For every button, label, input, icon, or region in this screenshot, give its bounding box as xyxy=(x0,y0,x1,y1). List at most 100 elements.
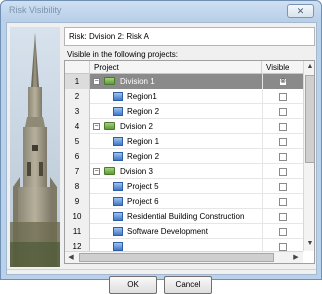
table-row[interactable]: 5 Region 1 xyxy=(65,134,303,149)
project-cell[interactable]: Region 2 xyxy=(90,149,262,164)
horizontal-scroll-thumb[interactable] xyxy=(79,253,274,262)
visible-checkbox[interactable] xyxy=(279,198,287,206)
project-name: Project 6 xyxy=(127,197,159,206)
table-row[interactable]: 1− Division 1 ⊗ xyxy=(65,74,303,89)
visible-checkbox[interactable] xyxy=(279,93,287,101)
scroll-left-icon[interactable]: ◀ xyxy=(65,252,77,263)
row-number[interactable]: 7 xyxy=(65,164,90,179)
row-number[interactable]: 8 xyxy=(65,179,90,194)
project-icon xyxy=(113,182,123,191)
collapse-toggle-icon[interactable]: − xyxy=(93,78,100,85)
project-cell[interactable]: Residential Building Construction xyxy=(90,209,262,224)
folder-icon xyxy=(104,167,115,175)
project-cell[interactable]: Region 2 xyxy=(90,104,262,119)
visible-checkbox[interactable] xyxy=(279,123,287,131)
project-icon xyxy=(113,92,123,101)
ok-button[interactable]: OK xyxy=(109,276,157,294)
visible-cell[interactable] xyxy=(262,134,303,149)
project-cell[interactable]: − Dvision 2 xyxy=(90,119,262,134)
grid-header: Project Visible xyxy=(65,61,303,74)
table-row[interactable]: 11 Software Development xyxy=(65,224,303,239)
table-row[interactable]: 6 Region 2 xyxy=(65,149,303,164)
rownum-header xyxy=(65,61,90,74)
project-cell[interactable]: Region1 xyxy=(90,89,262,104)
collapse-toggle-icon[interactable]: − xyxy=(93,123,100,130)
cathedral-image xyxy=(10,27,60,267)
row-number[interactable]: 6 xyxy=(65,149,90,164)
project-icon xyxy=(113,212,123,221)
risk-label: Risk: Dvision 2: Risk A xyxy=(69,32,150,41)
collapse-toggle-icon[interactable]: − xyxy=(93,168,100,175)
visible-cell[interactable] xyxy=(262,164,303,179)
row-number[interactable]: 3 xyxy=(65,104,90,119)
row-number[interactable]: 11 xyxy=(65,224,90,239)
visible-cell[interactable] xyxy=(262,119,303,134)
project-name: Region 2 xyxy=(127,107,160,116)
visible-cell[interactable] xyxy=(262,104,303,119)
table-row[interactable]: 4− Dvision 2 xyxy=(65,119,303,134)
dialog-body: Risk: Dvision 2: Risk A Visible in the f… xyxy=(6,22,317,294)
visible-checkbox[interactable] xyxy=(279,168,287,176)
visible-checkbox[interactable] xyxy=(279,243,287,251)
visible-checkbox[interactable] xyxy=(279,183,287,191)
table-row[interactable]: 3 Region 2 xyxy=(65,104,303,119)
project-name: Region1 xyxy=(127,92,157,101)
horizontal-scrollbar[interactable]: ◀ ▶ xyxy=(65,251,303,263)
project-icon xyxy=(113,107,123,116)
visible-cell[interactable] xyxy=(262,89,303,104)
project-cell[interactable]: Software Development xyxy=(90,224,262,239)
title-bar[interactable]: Risk Visibility ✕ xyxy=(1,1,321,21)
visible-cell[interactable]: ⊗ xyxy=(262,74,303,89)
visible-cell[interactable] xyxy=(262,209,303,224)
visible-checkbox[interactable] xyxy=(279,153,287,161)
project-column-header[interactable]: Project xyxy=(90,61,262,74)
table-row[interactable]: 8 Project 5 xyxy=(65,179,303,194)
scroll-down-icon[interactable]: ▼ xyxy=(304,238,314,250)
project-cell[interactable]: Region 1 xyxy=(90,134,262,149)
close-button[interactable]: ✕ xyxy=(287,4,314,18)
table-row[interactable]: 2 Region1 xyxy=(65,89,303,104)
row-number[interactable]: 1 xyxy=(65,74,90,89)
risk-label-box: Risk: Dvision 2: Risk A xyxy=(64,27,315,46)
visible-checkbox[interactable] xyxy=(279,213,287,221)
row-number[interactable]: 4 xyxy=(65,119,90,134)
footer-divider xyxy=(7,269,316,270)
project-name: Dvision 3 xyxy=(120,167,153,176)
folder-icon xyxy=(104,122,115,130)
row-number[interactable]: 10 xyxy=(65,209,90,224)
project-name: Residential Building Construction xyxy=(127,212,245,221)
scroll-up-icon[interactable]: ▲ xyxy=(304,61,314,73)
scroll-right-icon[interactable]: ▶ xyxy=(290,252,302,263)
table-row[interactable]: 10 Residential Building Construction xyxy=(65,209,303,224)
visible-cell[interactable] xyxy=(262,194,303,209)
visible-cell[interactable] xyxy=(262,179,303,194)
project-name: Division 1 xyxy=(120,77,155,86)
row-number[interactable]: 5 xyxy=(65,134,90,149)
table-row[interactable]: 7− Dvision 3 xyxy=(65,164,303,179)
project-icon xyxy=(113,137,123,146)
project-icon xyxy=(113,152,123,161)
project-cell[interactable]: − Dvision 3 xyxy=(90,164,262,179)
project-cell[interactable]: Project 5 xyxy=(90,179,262,194)
visible-checkbox[interactable] xyxy=(279,228,287,236)
project-name: Project 5 xyxy=(127,182,159,191)
vertical-scrollbar[interactable]: ▲ ▼ xyxy=(303,61,314,251)
visible-checkbox[interactable] xyxy=(279,138,287,146)
project-icon xyxy=(113,227,123,236)
visible-checkbox[interactable] xyxy=(279,108,287,116)
row-number[interactable]: 2 xyxy=(65,89,90,104)
visible-checkbox[interactable]: ⊗ xyxy=(279,78,287,86)
row-number[interactable]: 9 xyxy=(65,194,90,209)
cathedral-photo xyxy=(10,27,60,267)
vertical-scroll-thumb[interactable] xyxy=(305,75,314,163)
project-cell[interactable]: − Division 1 xyxy=(90,74,262,89)
project-cell[interactable]: Project 6 xyxy=(90,194,262,209)
visible-column-header[interactable]: Visible xyxy=(262,61,303,74)
project-icon xyxy=(113,242,123,251)
project-name: Region 2 xyxy=(127,152,160,161)
table-row[interactable]: 9 Project 6 xyxy=(65,194,303,209)
cancel-button[interactable]: Cancel xyxy=(164,276,212,294)
close-icon: ✕ xyxy=(296,6,305,16)
visible-cell[interactable] xyxy=(262,149,303,164)
visible-cell[interactable] xyxy=(262,224,303,239)
